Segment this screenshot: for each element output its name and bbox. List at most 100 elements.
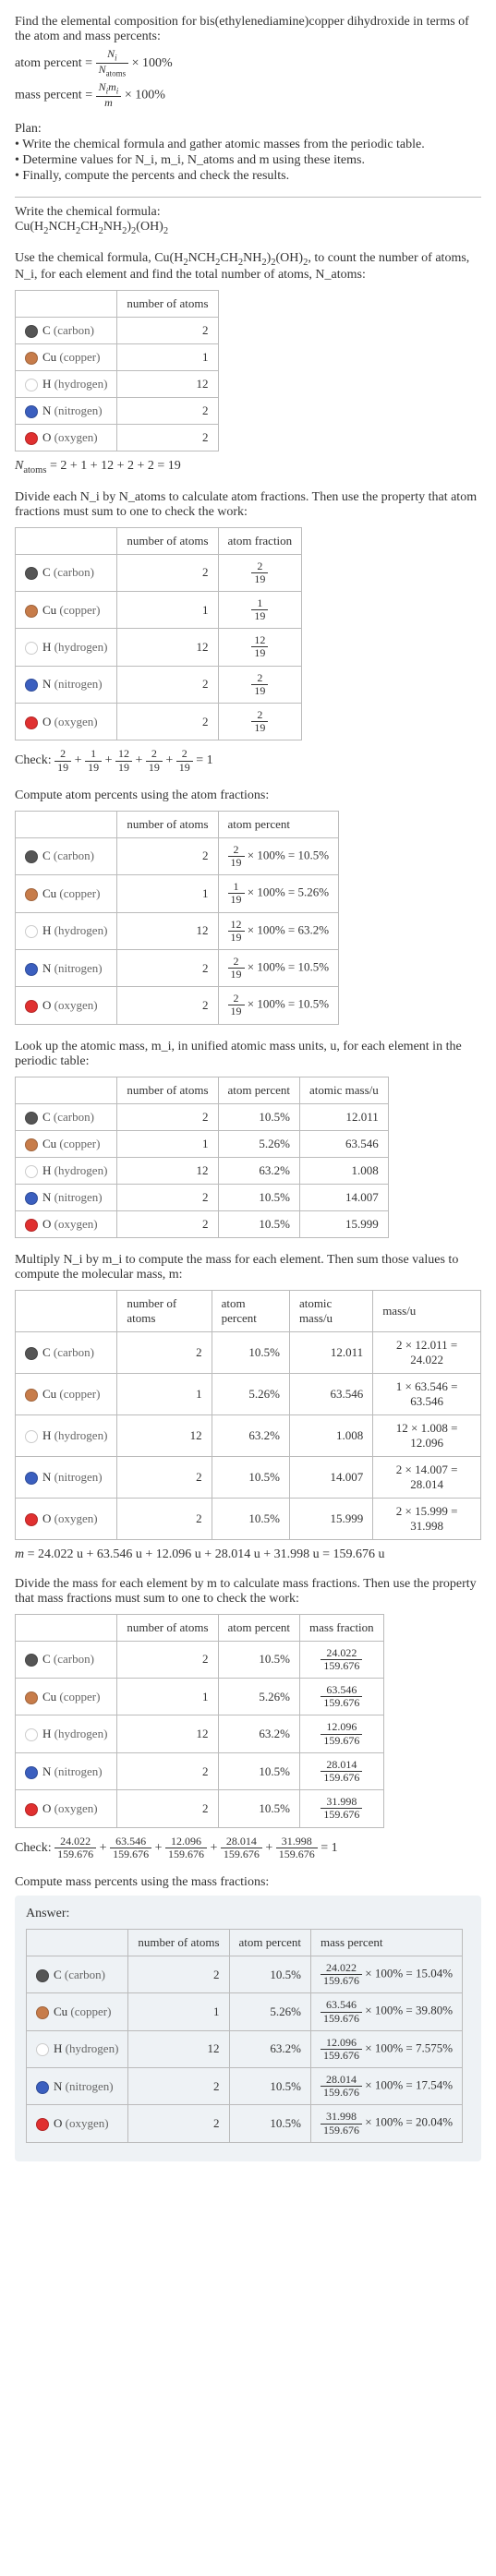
plan-item: • Determine values for N_i, m_i, N_atoms… xyxy=(15,153,481,168)
table-row: H (hydrogen)1263.2%1.00812 × 1.008 = 12.… xyxy=(16,1414,481,1456)
lookup-mass-text: Look up the atomic mass, m_i, in unified… xyxy=(15,1040,481,1069)
element-swatch-icon xyxy=(25,963,38,976)
table-row: C (carbon)210.5%12.011 xyxy=(16,1103,389,1130)
table-row: O (oxygen)210.5%31.998159.676 xyxy=(16,1790,384,1827)
table-row: C (carbon)2219 × 100% = 10.5% xyxy=(16,837,339,874)
atom-fraction-text: Divide each N_i by N_atoms to calculate … xyxy=(15,490,481,520)
write-formula-label: Write the chemical formula: xyxy=(15,205,481,220)
chemical-formula: Cu(H2NCH2CH2NH2)2(OH)2 xyxy=(15,220,481,236)
plan-header: Plan: xyxy=(15,122,481,137)
element-swatch-icon xyxy=(36,2006,49,2019)
table-row: O (oxygen)210.5%31.998159.676 × 100% = 2… xyxy=(27,2105,463,2142)
element-cell: Cu (copper) xyxy=(16,343,117,370)
element-swatch-icon xyxy=(36,2118,49,2131)
element-swatch-icon xyxy=(25,1192,38,1205)
element-cell: H (hydrogen) xyxy=(27,2030,128,2067)
answer-box: Answer: number of atomsatom percentmass … xyxy=(15,1896,481,2161)
plan-item: • Write the chemical formula and gather … xyxy=(15,138,481,152)
element-swatch-icon xyxy=(25,1803,38,1816)
element-cell: O (oxygen) xyxy=(16,704,117,740)
element-cell: H (hydrogen) xyxy=(16,912,117,949)
molecular-mass-total: m = 24.022 u + 63.546 u + 12.096 u + 28.… xyxy=(15,1547,481,1562)
element-swatch-icon xyxy=(25,1138,38,1151)
element-swatch-icon xyxy=(25,1219,38,1232)
element-cell: O (oxygen) xyxy=(16,1790,117,1827)
element-swatch-icon xyxy=(25,1389,38,1402)
element-swatch-icon xyxy=(25,888,38,901)
element-swatch-icon xyxy=(25,925,38,938)
mass-fraction-check: Check: 24.022159.676 + 63.546159.676 + 1… xyxy=(15,1836,481,1860)
table-row: C (carbon)210.5%24.022159.676 xyxy=(16,1641,384,1678)
element-cell: O (oxygen) xyxy=(16,1210,117,1237)
table-row: H (hydrogen)1263.2%1.008 xyxy=(16,1157,389,1184)
table-row: O (oxygen)210.5%15.9992 × 15.999 = 31.99… xyxy=(16,1498,481,1539)
element-cell: C (carbon) xyxy=(16,837,117,874)
element-swatch-icon xyxy=(25,1766,38,1779)
element-cell: Cu (copper) xyxy=(16,591,117,628)
element-cell: N (nitrogen) xyxy=(16,666,117,703)
element-swatch-icon xyxy=(36,1969,49,1982)
element-swatch-icon xyxy=(36,2043,49,2056)
mass-fraction-table: number of atomsatom percentmass fraction… xyxy=(15,1614,384,1828)
element-cell: Cu (copper) xyxy=(16,1130,117,1157)
element-swatch-icon xyxy=(25,1430,38,1443)
element-swatch-icon xyxy=(25,1513,38,1526)
table-row: O (oxygen)2219 xyxy=(16,704,302,740)
table-row: N (nitrogen)2 xyxy=(16,397,219,424)
element-cell: Cu (copper) xyxy=(27,1993,128,2030)
table-row: N (nitrogen)210.5%28.014159.676 xyxy=(16,1752,384,1789)
divider xyxy=(15,197,481,198)
element-cell: H (hydrogen) xyxy=(16,629,117,666)
table-row: H (hydrogen)121219 xyxy=(16,629,302,666)
element-cell: H (hydrogen) xyxy=(16,370,117,397)
atom-fraction-table: number of atomsatom fraction C (carbon)2… xyxy=(15,527,302,741)
plan-item: • Finally, compute the percents and chec… xyxy=(15,169,481,184)
element-swatch-icon xyxy=(25,432,38,445)
table-row: Cu (copper)15.26%63.546 xyxy=(16,1130,389,1157)
table-row: Cu (copper)15.26%63.546159.676 xyxy=(16,1679,384,1715)
element-cell: C (carbon) xyxy=(16,1103,117,1130)
element-cell: N (nitrogen) xyxy=(27,2068,128,2105)
mass-calc-text: Multiply N_i by m_i to compute the mass … xyxy=(15,1253,481,1282)
table-row: H (hydrogen)12 xyxy=(16,370,219,397)
element-swatch-icon xyxy=(25,1691,38,1704)
element-cell: Cu (copper) xyxy=(16,1679,117,1715)
mass-percent-table: number of atomsatom percentmass percent … xyxy=(26,1929,463,2143)
table-row: H (hydrogen)121219 × 100% = 63.2% xyxy=(16,912,339,949)
table-row: O (oxygen)210.5%15.999 xyxy=(16,1210,389,1237)
element-swatch-icon xyxy=(25,379,38,391)
table-row: N (nitrogen)2219 xyxy=(16,666,302,703)
table-row: Cu (copper)15.26%63.546159.676 × 100% = … xyxy=(27,1993,463,2030)
element-cell: C (carbon) xyxy=(16,1331,117,1373)
table-row: Cu (copper)1119 xyxy=(16,591,302,628)
element-cell: O (oxygen) xyxy=(16,1498,117,1539)
element-cell: H (hydrogen) xyxy=(16,1715,117,1752)
element-cell: H (hydrogen) xyxy=(16,1157,117,1184)
element-swatch-icon xyxy=(25,405,38,418)
element-swatch-icon xyxy=(25,605,38,618)
mass-percent-text: Compute mass percents using the mass fra… xyxy=(15,1875,481,1890)
mass-fraction-text: Divide the mass for each element by m to… xyxy=(15,1577,481,1607)
element-swatch-icon xyxy=(25,1000,38,1013)
atom-fraction-check: Check: 219 + 119 + 1219 + 219 + 219 = 1 xyxy=(15,748,481,773)
atom-percent-table: number of atomsatom percent C (carbon)22… xyxy=(15,811,339,1025)
element-cell: C (carbon) xyxy=(16,317,117,343)
table-row: N (nitrogen)210.5%14.0072 × 14.007 = 28.… xyxy=(16,1456,481,1498)
element-swatch-icon xyxy=(25,1347,38,1360)
mass-percent-equation: mass percent = Nimim × 100% xyxy=(15,81,481,109)
element-cell: Cu (copper) xyxy=(16,875,117,912)
element-cell: N (nitrogen) xyxy=(16,1184,117,1210)
table-row: C (carbon)2219 xyxy=(16,554,302,591)
table-row: Cu (copper)1119 × 100% = 5.26% xyxy=(16,875,339,912)
count-atoms-text: Use the chemical formula, Cu(H2NCH2CH2NH… xyxy=(15,251,481,283)
table-row: O (oxygen)2 xyxy=(16,424,219,451)
element-cell: N (nitrogen) xyxy=(16,397,117,424)
element-swatch-icon xyxy=(25,1654,38,1667)
table-row: C (carbon)210.5%12.0112 × 12.011 = 24.02… xyxy=(16,1331,481,1373)
element-cell: Cu (copper) xyxy=(16,1373,117,1414)
element-swatch-icon xyxy=(25,1165,38,1178)
table-row: H (hydrogen)1263.2%12.096159.676 xyxy=(16,1715,384,1752)
element-swatch-icon xyxy=(25,1728,38,1741)
table-row: O (oxygen)2219 × 100% = 10.5% xyxy=(16,987,339,1024)
mass-per-element-table: number of atomsatom percentatomic mass/u… xyxy=(15,1290,481,1540)
